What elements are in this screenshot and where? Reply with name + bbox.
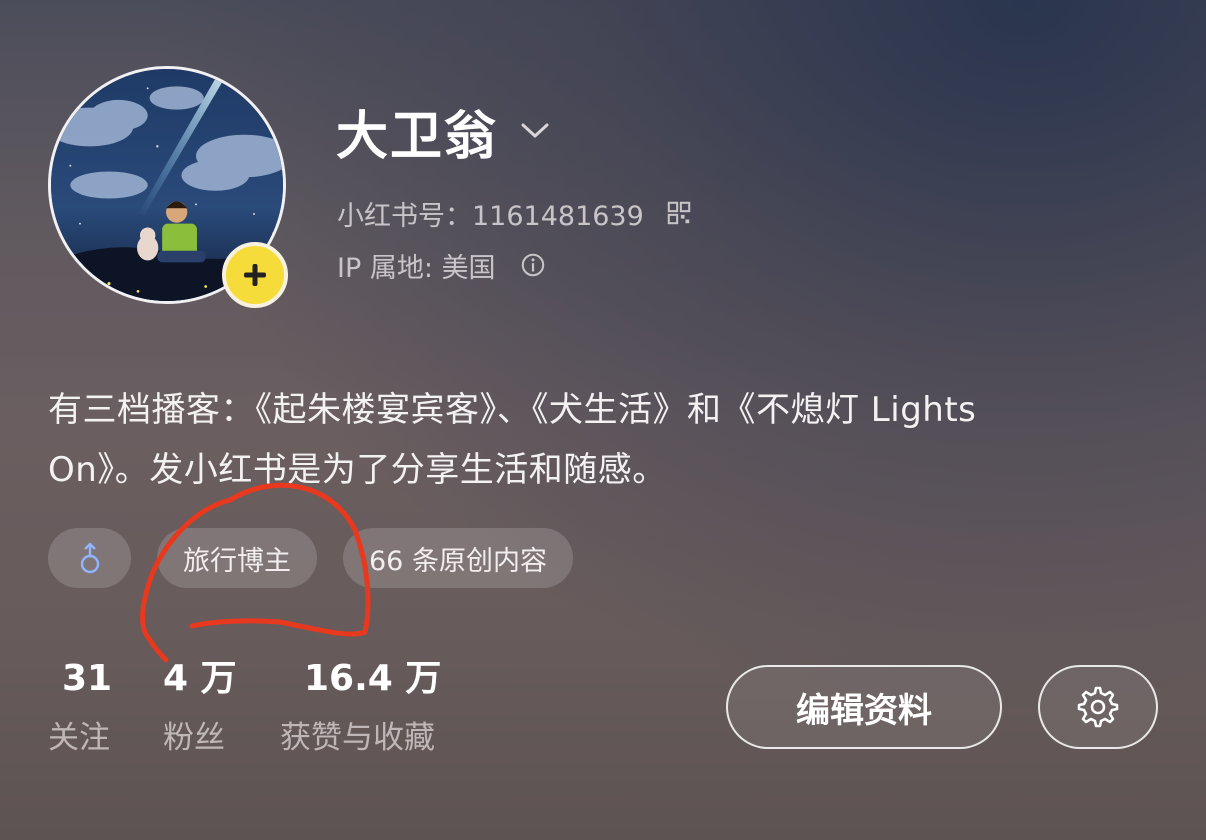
plus-icon [244, 264, 266, 286]
bio-line: 有三档播客：《起朱楼宴宾客》、《犬生活》和《不熄灯 Lights [48, 390, 977, 430]
stat-following[interactable]: 31 关注 [48, 656, 112, 758]
ip-location-row: IP 属地: 美国 [337, 246, 548, 284]
edit-profile-button[interactable]: 编辑资料 [726, 665, 1002, 749]
stat-likes-collections[interactable]: 16.4 万 获赞与收藏 [280, 656, 441, 758]
gender-tag [48, 528, 131, 588]
name-row[interactable]: 大卫翁 [336, 96, 550, 167]
stat-label: 获赞与收藏 [280, 720, 435, 756]
ip-location-text: IP 属地: 美国 [337, 252, 496, 284]
profile-tags: 旅行博主 66 条原创内容 [48, 528, 573, 588]
profile-bio: 有三档播客：《起朱楼宴宾客》、《犬生活》和《不熄灯 Lights On》。发小红… [48, 380, 1088, 500]
settings-button[interactable] [1038, 665, 1158, 749]
chevron-down-icon[interactable] [520, 116, 550, 146]
stat-label: 粉丝 [163, 720, 225, 756]
avatar-container [48, 66, 288, 308]
info-icon[interactable] [520, 251, 548, 279]
stat-value: 4 万 [163, 658, 237, 699]
add-avatar-button[interactable] [222, 242, 288, 308]
male-symbol-icon [80, 542, 99, 574]
stat-label: 关注 [48, 720, 110, 756]
gear-icon [1077, 686, 1119, 728]
stat-value: 16.4 万 [304, 658, 442, 699]
profile-name: 大卫翁 [336, 106, 499, 167]
qr-code-icon[interactable] [666, 199, 694, 227]
bio-line: On》。发小红书是为了分享生活和随感。 [48, 450, 667, 490]
stat-value: 31 [62, 658, 113, 699]
user-id-row: 小红书号：1161481639 [337, 194, 694, 232]
user-id-text: 小红书号：1161481639 [337, 200, 644, 232]
tag-travel-blogger[interactable]: 旅行博主 [157, 528, 317, 588]
stat-followers[interactable]: 4 万 粉丝 [163, 656, 237, 758]
tag-original-content[interactable]: 66 条原创内容 [343, 528, 573, 588]
